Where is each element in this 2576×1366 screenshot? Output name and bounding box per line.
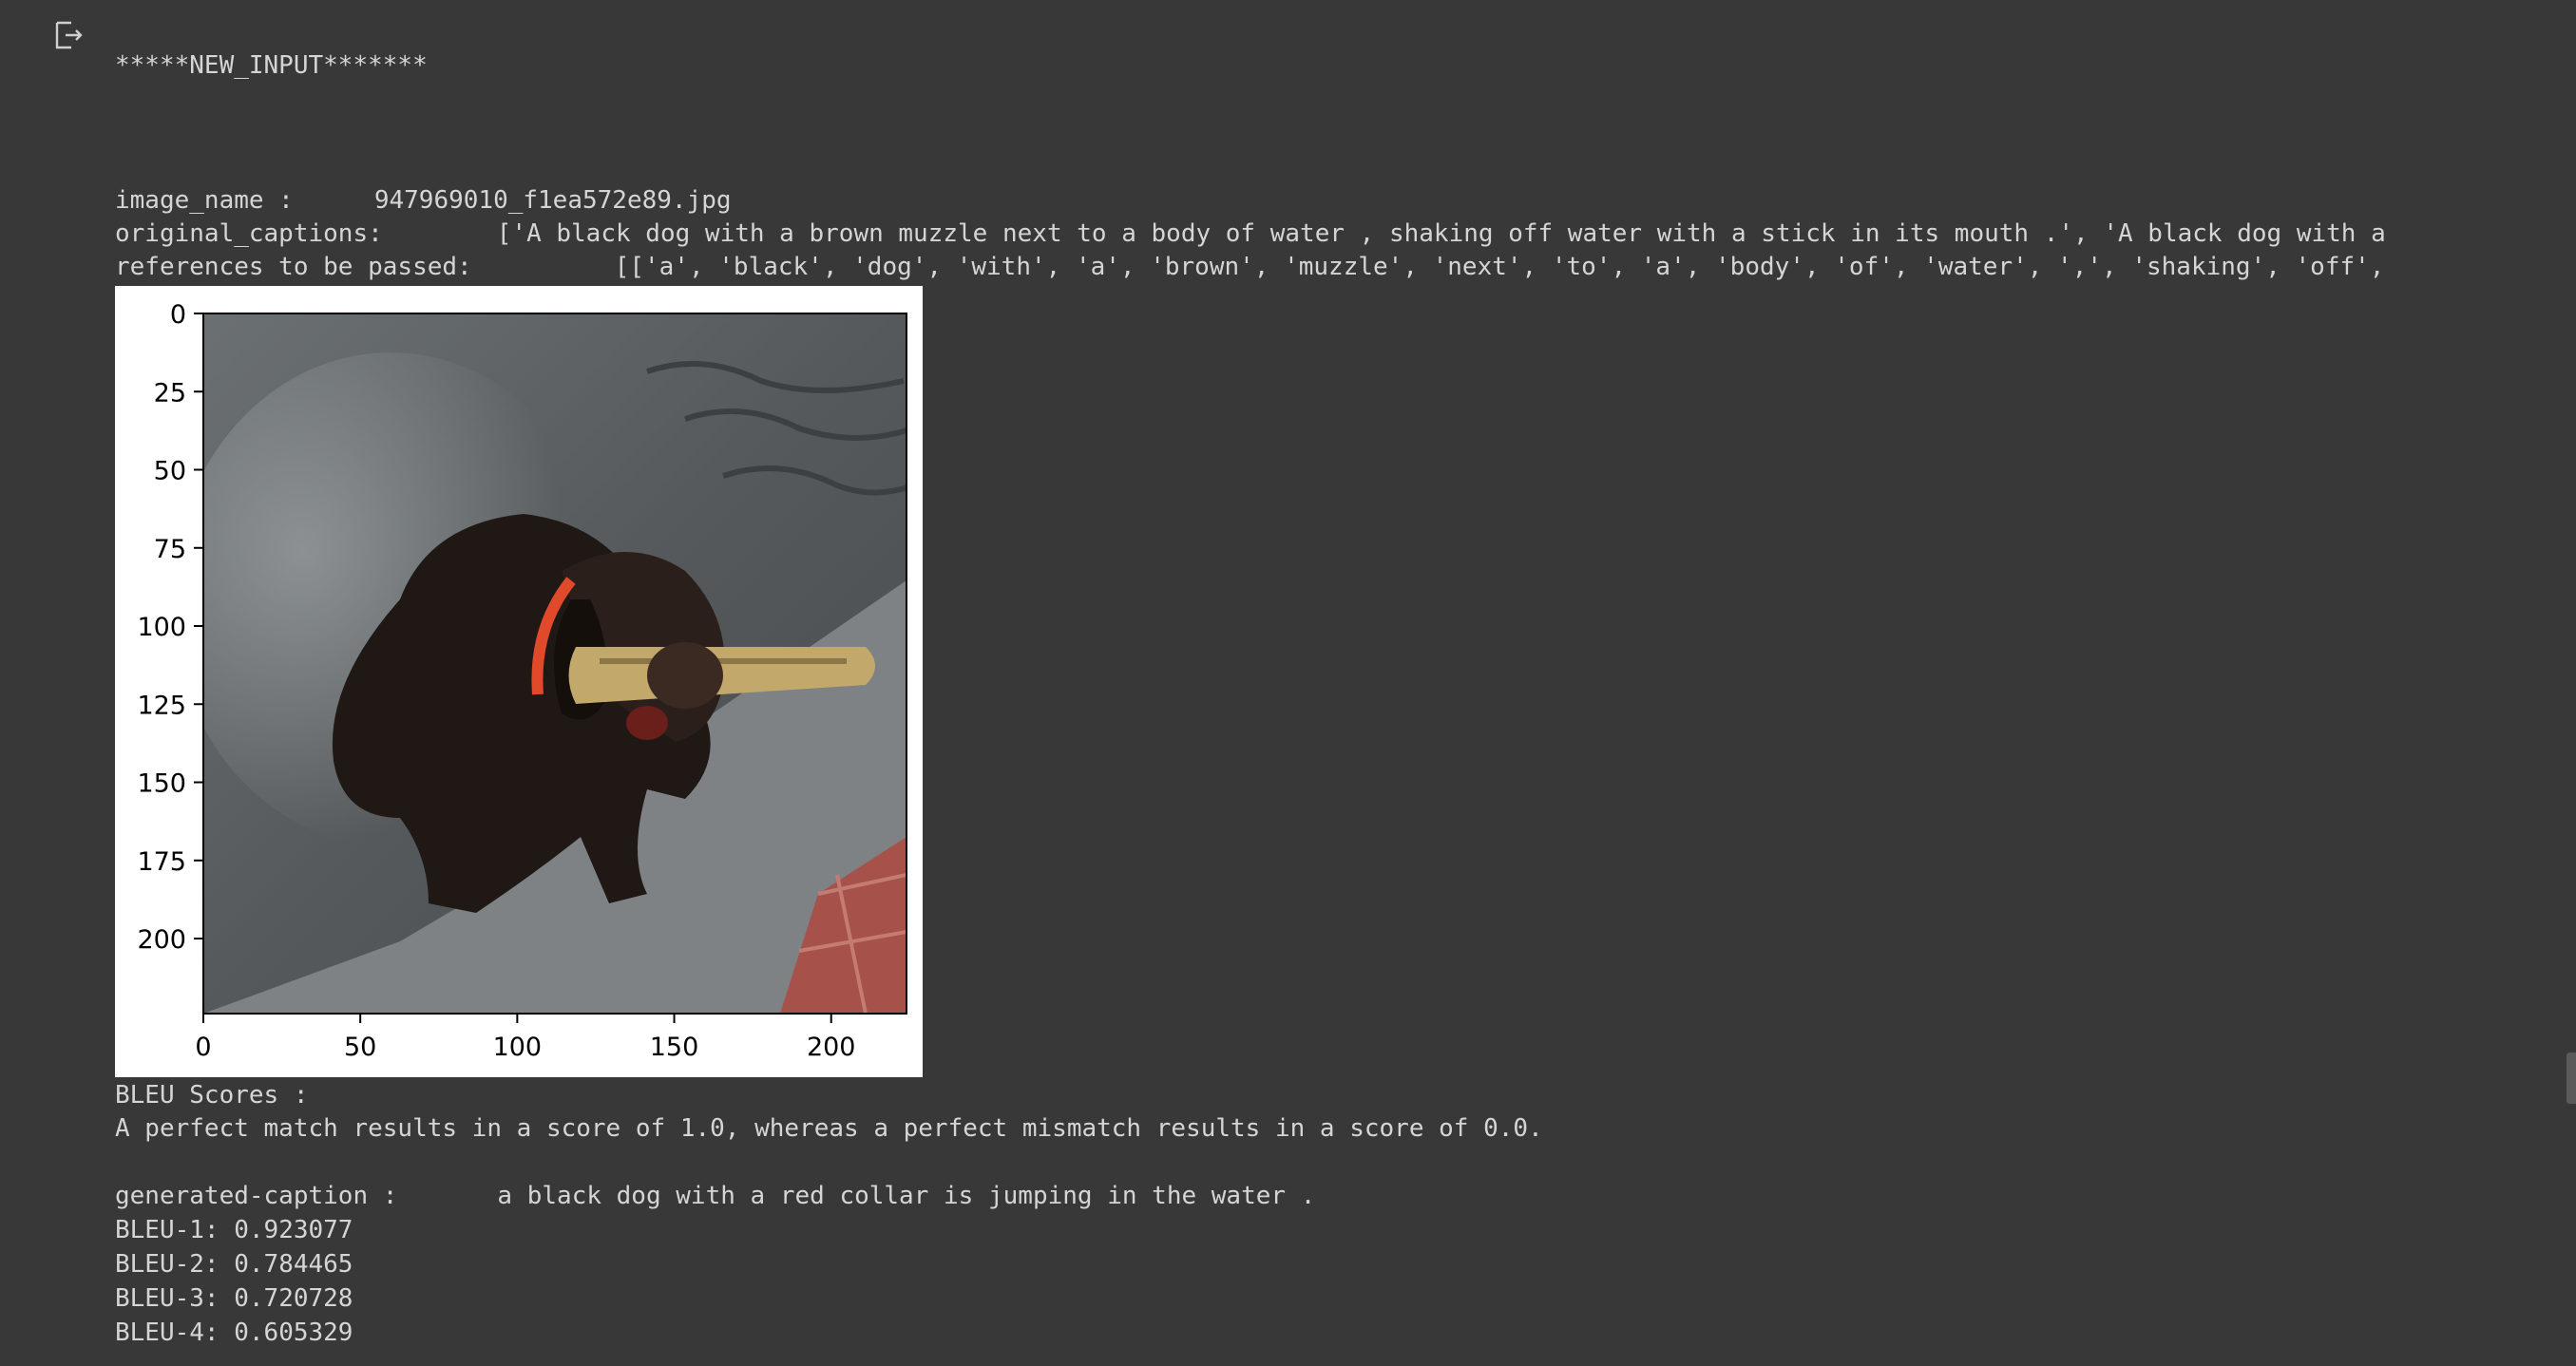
bleu-heading: BLEU Scores :: [115, 1081, 309, 1110]
y-tick-label: 50: [154, 457, 186, 486]
x-axis-ticks: 0 50 100 150 200: [195, 1014, 855, 1062]
references-label: references to be passed:: [115, 253, 472, 281]
vertical-scrollbar[interactable]: [2566, 1053, 2576, 1104]
bleu-4-label: BLEU-4:: [115, 1319, 219, 1347]
image-name-line: image_name : 947969010_f1ea572e89.jpg: [115, 184, 732, 217]
image-name-value: 947969010_f1ea572e89.jpg: [373, 186, 732, 215]
references-line: references to be passed: [['a', 'black', …: [115, 251, 2547, 283]
x-tick-label: 200: [807, 1033, 856, 1062]
bleu-1-value: 0.923077: [234, 1216, 353, 1244]
references-value: [['a', 'black', 'dog', 'with', 'a', 'bro…: [614, 253, 2385, 281]
original-captions-label: original_captions:: [115, 219, 383, 248]
bleu-1-line: BLEU-1: 0.923077: [115, 1214, 353, 1246]
bleu-3-line: BLEU-3: 0.720728: [115, 1282, 353, 1315]
generated-caption-label: generated-caption :: [115, 1182, 398, 1210]
bleu-note: A perfect match results in a score of 1.…: [115, 1114, 1543, 1143]
x-tick-label: 150: [650, 1033, 699, 1062]
bleu-2-label: BLEU-2:: [115, 1250, 219, 1279]
original-captions-line: original_captions: ['A black dog with a b…: [115, 218, 2547, 250]
x-tick-label: 100: [493, 1033, 543, 1062]
image-name-label: image_name :: [115, 186, 294, 215]
bleu-2-value: 0.784465: [234, 1250, 353, 1279]
y-tick-label: 200: [137, 925, 186, 955]
x-tick-label: 50: [344, 1033, 376, 1062]
bleu-1-label: BLEU-1:: [115, 1216, 219, 1244]
y-tick-label: 150: [137, 769, 186, 799]
bleu-4-line: BLEU-4: 0.605329: [115, 1317, 353, 1349]
y-tick-label: 25: [154, 378, 186, 408]
image-plot: 0 50 100 150 200 0 25 50 75 100 125 150 175 200: [137, 300, 907, 1062]
generated-caption-line: generated-caption : a black dog with a re…: [115, 1180, 1315, 1212]
matplotlib-figure: 0 50 100 150 200 0 25 50 75 100 125 150 175 200: [115, 286, 923, 1077]
x-tick-label: 0: [195, 1033, 211, 1062]
y-tick-label: 0: [170, 300, 186, 330]
dog-photo-icon: [203, 313, 906, 1014]
new-input-header: *****NEW_INPUT*******: [115, 51, 428, 80]
y-tick-label: 75: [154, 535, 186, 564]
y-tick-label: 100: [137, 613, 186, 642]
y-axis-ticks: 0 25 50 75 100 125 150 175 200: [137, 300, 203, 955]
output-redirect-icon[interactable]: [53, 19, 86, 51]
y-tick-label: 125: [137, 691, 186, 720]
y-tick-label: 175: [137, 847, 186, 877]
bleu-3-value: 0.720728: [234, 1284, 353, 1313]
bleu-3-label: BLEU-3:: [115, 1284, 219, 1313]
generated-caption-value: a black dog with a red collar is jumping…: [497, 1182, 1316, 1210]
bleu-2-line: BLEU-2: 0.784465: [115, 1248, 353, 1281]
bleu-4-value: 0.605329: [234, 1319, 353, 1347]
original-captions-value: ['A black dog with a brown muzzle next t…: [496, 219, 2386, 248]
